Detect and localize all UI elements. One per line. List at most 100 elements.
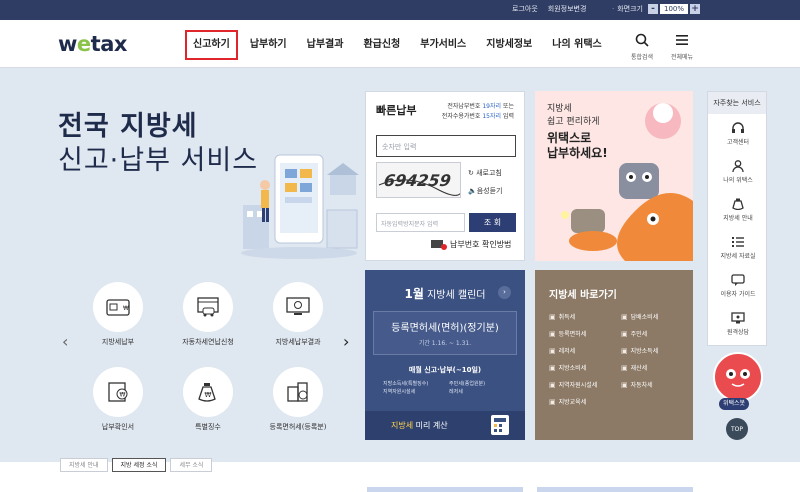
utility-bar: 로그아웃 회원정보변경 화면크기 - 100% + xyxy=(0,0,800,20)
nav-my-wetax[interactable]: 나의 위택스 xyxy=(544,30,609,60)
mascot-cats-illustration xyxy=(535,91,693,261)
service-icon-circle: ₩ xyxy=(93,367,143,417)
shortcut-property-tax[interactable]: 재산세 xyxy=(621,363,689,372)
service-label: 지방세납부 xyxy=(68,337,168,347)
shortcut-local-consumption-tax[interactable]: 지방소비세 xyxy=(549,363,617,372)
chat-bubble-icon xyxy=(731,274,745,286)
search-button[interactable]: 통합검색 xyxy=(627,32,657,61)
svg-text:₩: ₩ xyxy=(123,305,129,312)
guide-text: 또는 xyxy=(501,103,514,110)
service-special-collection[interactable]: ₩ 특별징수 xyxy=(158,367,258,432)
shortcut-tobacco-tax[interactable]: 담배소비세 xyxy=(621,312,689,321)
bottom-panel-edge xyxy=(367,487,523,492)
shortcut-education-tax[interactable]: 지방교육세 xyxy=(549,397,617,406)
audio-label: 음성듣기 xyxy=(477,187,503,195)
favorites-title: 자주찾는 서비스 xyxy=(708,92,766,114)
lookup-button[interactable]: 조 회 xyxy=(469,213,516,232)
chatbot-label[interactable]: 위택스봇 xyxy=(719,398,749,410)
fav-customer-center[interactable]: 고객센터 xyxy=(708,122,768,146)
service-payment-certificate[interactable]: ₩ 납부확인서 xyxy=(68,367,168,432)
payment-number-help-link[interactable]: 납부번호 확인방법 xyxy=(431,239,511,250)
service-car-tax-annual[interactable]: 자동차세연납신청 xyxy=(158,282,258,347)
favorite-services: 자주찾는 서비스 고객센터 나의 위택스 지방세 안내 지방세 자료실 이용자 … xyxy=(707,91,767,346)
logout-link[interactable]: 로그아웃 xyxy=(512,4,538,14)
calculator-icon xyxy=(483,413,513,437)
tax-calculator-link[interactable]: 지방세 미리 계산 xyxy=(365,411,525,440)
calendar-more-button[interactable]: › xyxy=(498,286,511,299)
member-info-link[interactable]: 회원정보변경 xyxy=(548,4,587,14)
service-registration-tax[interactable]: 등록면허세(등록분) xyxy=(248,367,348,432)
captcha-refresh-button[interactable]: ↻ 새로고침 xyxy=(468,168,502,178)
captcha-input[interactable]: 자동입력방지문자 입력 xyxy=(376,213,465,232)
nav-payment[interactable]: 납부하기 xyxy=(242,30,295,60)
fav-my-wetax[interactable]: 나의 위택스 xyxy=(708,160,768,184)
zoom-out-button[interactable]: - xyxy=(648,4,658,14)
shortcut-registration-tax[interactable]: 등록면허세 xyxy=(549,329,617,338)
calendar-event[interactable]: 등록면허세(면허)(정기분) 기간 1.16. ~ 1.31. xyxy=(373,311,517,355)
quick-pay-panel: 빠른납부 전자납부번호 19자리 또는 전자수용가번호 15자리 입력 숫자만 … xyxy=(365,91,525,261)
chatbot-mascot[interactable] xyxy=(713,352,763,402)
monitor-icon xyxy=(431,240,447,250)
moneybag-icon xyxy=(731,198,745,210)
fav-user-guide[interactable]: 이용자 가이드 xyxy=(708,274,768,298)
nav-refund[interactable]: 환급신청 xyxy=(355,30,408,60)
service-icon-circle: ₩ xyxy=(93,282,143,332)
monthly-tax-item: 지역자원시설세 xyxy=(383,388,447,396)
service-label: 지방세납부결과 xyxy=(248,337,348,347)
guide-text: 전자납부번호 xyxy=(447,103,482,110)
car-calendar-icon xyxy=(195,296,221,318)
zoom-in-button[interactable]: + xyxy=(690,4,700,14)
shortcut-resource-facility-tax[interactable]: 지역자원시설세 xyxy=(549,380,617,389)
svg-text:₩: ₩ xyxy=(205,391,212,399)
guide-text: 전자수용가번호 xyxy=(442,113,483,120)
captcha-audio-button[interactable]: 🔈음성듣기 xyxy=(468,186,502,196)
shortcut-local-income-tax[interactable]: 지방소득세 xyxy=(621,346,689,355)
person-icon xyxy=(731,160,745,172)
promo-banner[interactable]: 지방세쉽고 편리하게 위택스로납부하세요! xyxy=(535,91,693,261)
shortcut-vehicle-tax[interactable]: 자동차세 xyxy=(621,380,689,389)
calendar-month: 1월 xyxy=(405,287,424,301)
service-payment-result[interactable]: 지방세납부결과 xyxy=(248,282,348,347)
speaker-icon: 🔈 xyxy=(468,187,477,195)
header: wetax 신고하기 납부하기 납부결과 환급신청 부가서비스 지방세정보 나의… xyxy=(0,20,800,68)
fav-label: 지방세 안내 xyxy=(723,215,753,222)
service-icon-circle xyxy=(273,367,323,417)
fav-remote-support[interactable]: 원격상담 xyxy=(708,312,768,336)
building-doc-icon xyxy=(285,381,311,403)
utility-links: 로그아웃 회원정보변경 xyxy=(512,4,586,14)
guide-highlight: 15자리 xyxy=(482,113,501,120)
nav-report[interactable]: 신고하기 xyxy=(185,30,238,60)
refresh-icon: ↻ xyxy=(468,169,476,177)
shortcut-resident-tax[interactable]: 주민세 xyxy=(621,329,689,338)
remote-monitor-icon xyxy=(731,312,745,324)
fav-local-tax-archive[interactable]: 지방세 자료실 xyxy=(708,236,768,260)
shortcut-leisure-tax[interactable]: 레저세 xyxy=(549,346,617,355)
nav-payment-result[interactable]: 납부결과 xyxy=(299,30,352,60)
service-local-tax-payment[interactable]: ₩ 지방세납부 xyxy=(68,282,168,347)
refresh-label: 새로고침 xyxy=(476,169,502,177)
help-link-text: 납부번호 확인방법 xyxy=(450,240,511,249)
nav-extra-services[interactable]: 부가서비스 xyxy=(412,30,474,60)
hero-subtitle: 신고·납부 서비스 xyxy=(58,138,258,177)
scroll-top-button[interactable]: TOP xyxy=(726,418,748,440)
chevron-right-icon: › xyxy=(503,288,506,296)
tab-local-news[interactable]: 지방 세정 소식 xyxy=(112,458,167,472)
service-icon-circle: ₩ xyxy=(183,367,233,417)
mascot-face-icon xyxy=(715,354,761,400)
nav-local-tax-info[interactable]: 지방세정보 xyxy=(478,30,540,60)
shortcuts-title: 지방세 바로가기 xyxy=(549,286,617,301)
fav-local-tax-guide[interactable]: 지방세 안내 xyxy=(708,198,768,222)
search-icon xyxy=(635,33,649,47)
shortcut-acquisition-tax[interactable]: 취득세 xyxy=(549,312,617,321)
tab-tax-guide[interactable]: 지방세 안내 xyxy=(60,458,108,472)
bottom-panel-edge xyxy=(537,487,693,492)
fav-label: 원격상담 xyxy=(727,329,749,336)
captcha-image: 694259 xyxy=(376,162,461,198)
local-tax-shortcuts: 지방세 바로가기 취득세 담배소비세 등록면허세 주민세 레저세 지방소득세 지… xyxy=(535,270,693,440)
tab-tax-news[interactable]: 세무 소식 xyxy=(170,458,212,472)
payment-number-input[interactable]: 숫자만 입력 xyxy=(376,135,516,157)
wetax-logo[interactable]: wetax xyxy=(58,32,127,56)
monthly-tax-item: 주민세(종업원분) xyxy=(449,380,513,388)
all-menu-button[interactable]: 전체메뉴 xyxy=(667,32,697,61)
zoom-value: 100% xyxy=(660,4,688,14)
